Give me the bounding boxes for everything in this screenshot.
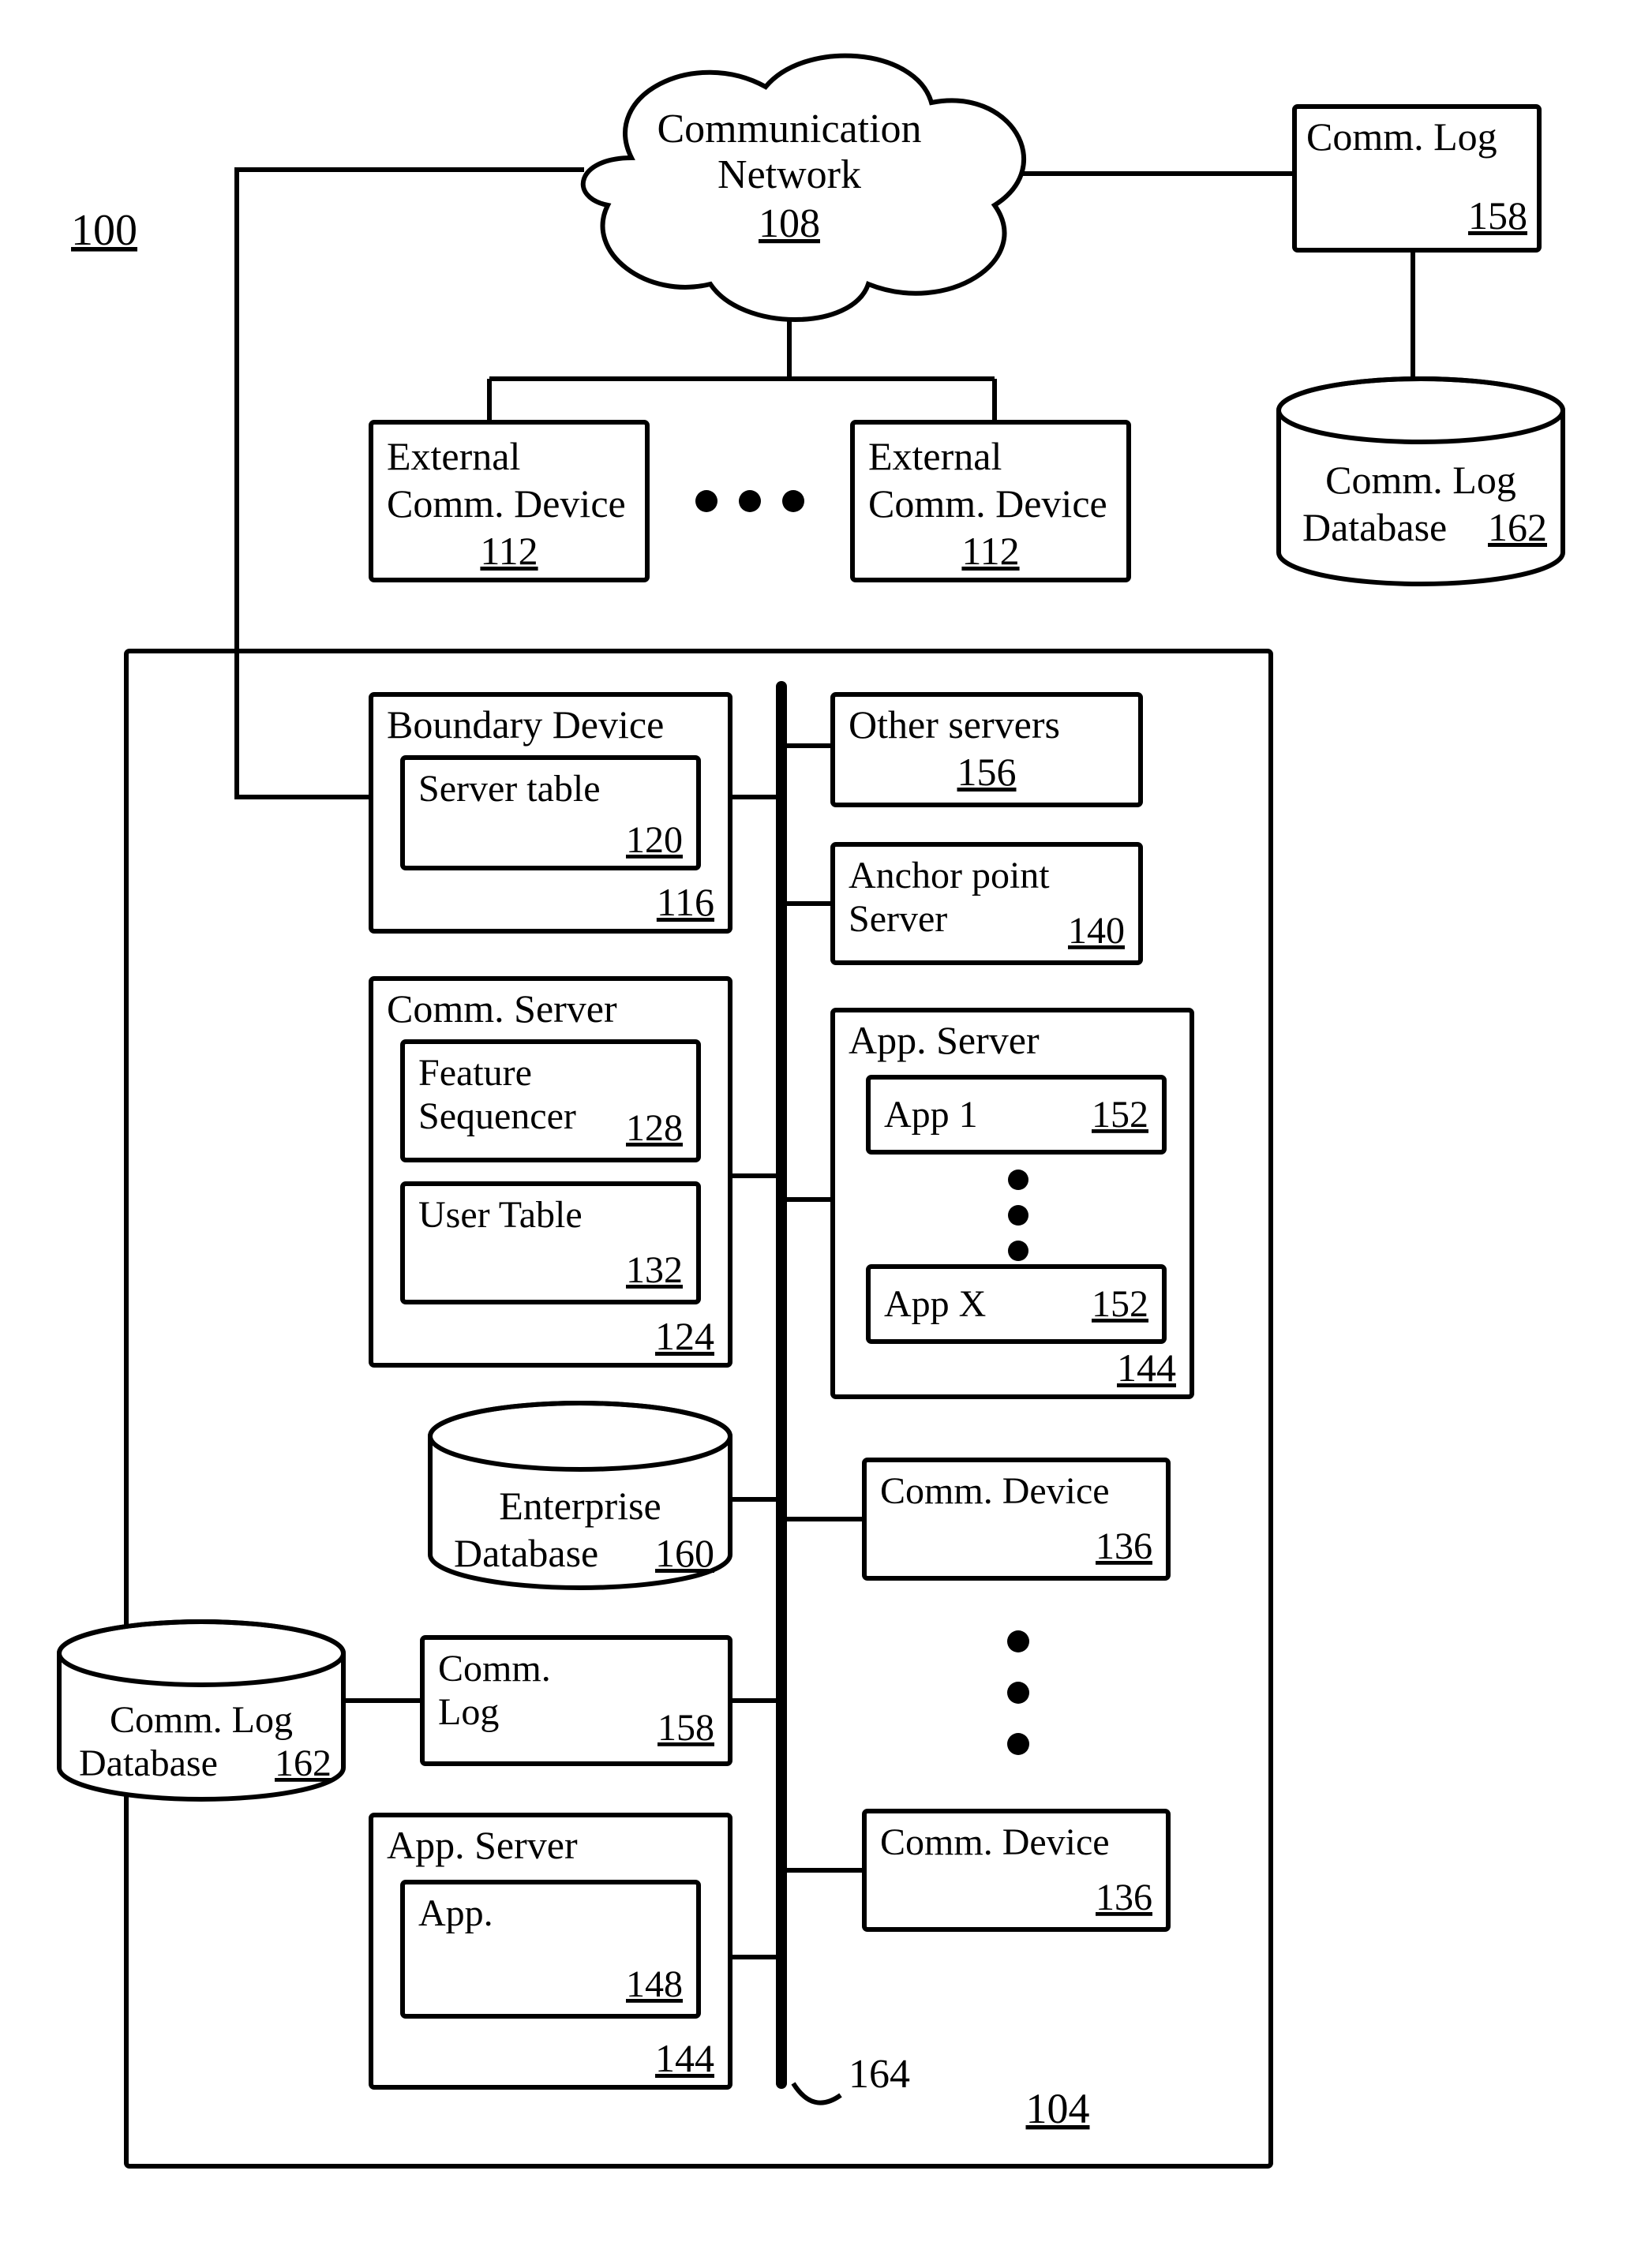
server-table-label: Server table	[418, 768, 601, 810]
feature-seq-label-1: Feature	[418, 1052, 532, 1094]
comm-log-inner-label-1: Comm.	[438, 1648, 551, 1690]
appX-label: App X	[884, 1283, 986, 1325]
comm-log-top-label: Comm. Log	[1306, 114, 1497, 159]
enterprise-db-label-1: Enterprise	[499, 1484, 661, 1528]
anchor-server-label-1: Anchor point	[849, 855, 1050, 896]
figure-ref: 100	[71, 206, 137, 255]
app-left-ref: 148	[626, 1963, 683, 2005]
ext-dev-1-ref: 112	[480, 529, 538, 573]
ellipsis-vertical-icon-2	[1007, 1630, 1029, 1755]
other-servers-ref: 156	[957, 750, 1017, 794]
feature-seq-ref: 128	[626, 1107, 683, 1149]
comm-server-label: Comm. Server	[387, 986, 617, 1031]
other-servers: Other servers 156	[781, 694, 1141, 805]
comm-log-db-top-label-1: Comm. Log	[1325, 458, 1516, 502]
comm-log-inner-ref: 158	[658, 1707, 714, 1749]
ext-dev-1-label-1: External	[387, 434, 520, 478]
comm-log-inner: Comm. Log 158	[339, 1637, 781, 1764]
comm-device-1-ref: 136	[1096, 1525, 1152, 1567]
bus-ref: 164	[849, 2052, 910, 2097]
cloud-label-2: Network	[717, 152, 861, 197]
ext-dev-2-label-2: Comm. Device	[868, 481, 1107, 526]
comm-log-db-top-ref: 162	[1488, 505, 1547, 549]
comm-server: Comm. Server 124 Feature Sequencer 128 U…	[371, 979, 781, 1365]
app-server-right-label: App. Server	[849, 1018, 1040, 1062]
comm-log-db-left-label-1: Comm. Log	[110, 1699, 293, 1741]
user-table-label: User Table	[418, 1194, 583, 1236]
app-left-label: App.	[418, 1892, 493, 1934]
comm-device-1-label: Comm. Device	[880, 1470, 1110, 1512]
anchor-point-server: Anchor point Server 140	[781, 844, 1141, 963]
comm-log-db-top-label-2: Database	[1302, 505, 1447, 549]
enterprise-ref: 104	[1026, 2085, 1090, 2132]
comm-device-2-label: Comm. Device	[880, 1821, 1110, 1863]
comm-device-1: Comm. Device 136	[781, 1460, 1168, 1578]
comm-device-2-ref: 136	[1096, 1877, 1152, 1918]
ext-dev-1-label-2: Comm. Device	[387, 481, 626, 526]
anchor-server-label-2: Server	[849, 898, 947, 940]
ellipsis-vertical-icon	[1008, 1170, 1028, 1261]
app1-ref: 152	[1092, 1094, 1148, 1136]
feature-seq-label-2: Sequencer	[418, 1095, 576, 1137]
ext-dev-2-label-1: External	[868, 434, 1002, 478]
boundary-device-label: Boundary Device	[387, 702, 664, 747]
comm-log-db-top: Comm. Log Database 162	[1279, 379, 1563, 584]
enterprise-db-ref: 160	[655, 1531, 714, 1575]
comm-log-db-left-label-2: Database	[79, 1742, 218, 1784]
external-comm-device-1: External Comm. Device 112	[371, 422, 647, 580]
boundary-device-ref: 116	[657, 880, 714, 924]
cloud-ref: 108	[759, 201, 820, 246]
enterprise-db-label-2: Database	[454, 1531, 598, 1575]
comm-log-db-left: Comm. Log Database 162	[59, 1622, 343, 1799]
other-servers-label: Other servers	[849, 702, 1060, 747]
app-server-left-ref: 144	[655, 2036, 714, 2080]
comm-log-top: Comm. Log 158	[1294, 107, 1539, 250]
app-server-left-label: App. Server	[387, 1823, 578, 1867]
app-server-left: App. Server 144 App. 148	[371, 1815, 781, 2087]
appX-ref: 152	[1092, 1283, 1148, 1325]
comm-device-2: Comm. Device 136	[781, 1811, 1168, 1929]
communication-network-cloud: Communication Network 108	[583, 56, 1024, 320]
anchor-server-ref: 140	[1068, 910, 1125, 952]
comm-log-inner-label-2: Log	[438, 1691, 499, 1733]
comm-log-top-ref: 158	[1468, 193, 1527, 238]
comm-log-db-left-ref: 162	[275, 1742, 332, 1784]
app1-label: App 1	[884, 1094, 978, 1136]
comm-server-ref: 124	[655, 1314, 714, 1358]
ext-dev-2-ref: 112	[961, 529, 1019, 573]
app-server-right-ref: 144	[1117, 1345, 1176, 1390]
external-comm-device-2: External Comm. Device 112	[852, 422, 1129, 580]
enterprise-database: Enterprise Database 160	[430, 1403, 781, 1588]
ellipsis-horizontal-icon	[695, 490, 804, 512]
boundary-device: Boundary Device 116 Server table 120	[371, 694, 781, 931]
cloud-label-1: Communication	[657, 107, 921, 152]
server-table-ref: 120	[626, 819, 683, 861]
user-table-ref: 132	[626, 1249, 683, 1291]
app-server-right: App. Server 144 App 1 152 App X 152	[781, 1010, 1192, 1397]
